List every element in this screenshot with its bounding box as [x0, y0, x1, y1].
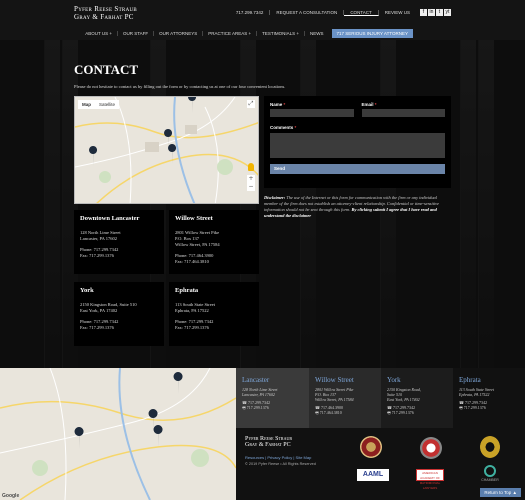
top-bar: Pyfer Reese Straub Gray & Farhat PC 717.…: [0, 0, 525, 26]
footer-office-line: Willow Street, PA 17584: [315, 397, 354, 402]
zoom-controls: + −: [247, 175, 255, 191]
office-card-york: York 2150 Kingston Road, Suite 510 East …: [74, 282, 164, 346]
social-links: f in t yt: [420, 9, 451, 16]
main-nav: About Us + Our Staff Our Attorneys Pract…: [0, 26, 525, 40]
contact-form: Name * Email * Comments * Send: [264, 96, 451, 188]
comments-label: Comments *: [270, 125, 297, 130]
utility-nav: 717.299.7342 Request a Consultation Cont…: [230, 9, 451, 16]
phone-link[interactable]: 717.299.7342: [230, 10, 271, 15]
office-name: Downtown Lancaster: [80, 215, 140, 222]
seal-badge-icon[interactable]: [360, 436, 382, 458]
logo-line-2: Gray & Farhat PC: [74, 13, 134, 21]
email-label: Email *: [361, 102, 377, 107]
contact-link[interactable]: Contact: [344, 9, 379, 16]
nav-our-staff[interactable]: Our Staff: [118, 30, 155, 36]
office-card-downtown-lancaster: Downtown Lancaster 128 North Lime Street…: [74, 210, 164, 274]
footer-map[interactable]: Google: [0, 368, 236, 500]
footer-logo[interactable]: Pyfer Reese Straub Gray & Farhat PC: [245, 436, 292, 448]
footer-office-line: East York, PA 17402: [387, 397, 420, 402]
office-name: Willow Street: [175, 215, 213, 222]
office-card-willow-street: Willow Street 2801 Willow Street Pike P.…: [169, 210, 259, 274]
map-type-tabs: Map Satellite: [78, 100, 120, 109]
footer-office-fax: 🖷 717.299.1376: [242, 405, 269, 410]
footer: Google Lancaster 128 North Lime Street L…: [0, 368, 525, 500]
site-logo[interactable]: Pyfer Reese Straub Gray & Farhat PC: [74, 5, 137, 21]
pegman-icon[interactable]: [248, 163, 254, 171]
review-us-link[interactable]: Review Us: [379, 10, 416, 15]
page-title: CONTACT: [74, 62, 139, 77]
logo-line-1: Pyfer Reese Straub: [74, 5, 138, 13]
footer-office-fax: 🖷 717.464.3810: [315, 410, 342, 415]
twitter-icon[interactable]: t: [436, 9, 443, 16]
nav-our-attorneys[interactable]: Our Attorneys: [154, 30, 204, 36]
super-lawyers-badge-icon[interactable]: [480, 436, 500, 458]
request-consultation-link[interactable]: Request a Consultation: [270, 10, 345, 15]
name-field[interactable]: [270, 109, 354, 117]
serious-injury-cta-button[interactable]: 717 Serious Injury Attorney: [331, 28, 413, 38]
return-to-top-button[interactable]: Return to Top ▲: [480, 488, 521, 497]
name-label: Name *: [270, 102, 286, 107]
map-tab-map[interactable]: Map: [78, 100, 95, 109]
matrimonial-lawyers-logo[interactable]: AMERICAN ACADEMY OF MATRIMONIAL LAWYERS: [416, 469, 444, 490]
map-tab-satellite[interactable]: Satellite: [95, 100, 119, 109]
footer-bottom: Pyfer Reese Straub Gray & Farhat PC Reso…: [236, 428, 525, 500]
linkedin-icon[interactable]: in: [428, 9, 435, 16]
copyright: © 2019 Pyfer Reese • All Rights Reserved: [245, 462, 316, 466]
comments-field[interactable]: [270, 133, 445, 158]
footer-office-ephrata: Ephrata 113 South State Street Ephrata, …: [453, 368, 525, 428]
zoom-out-button[interactable]: −: [247, 183, 255, 191]
trial-lawyers-badge-icon[interactable]: [420, 437, 442, 459]
office-fax: Fax: 717.299.1376: [80, 253, 114, 258]
fullscreen-icon[interactable]: ⤢: [247, 100, 255, 108]
footer-office-line: Lancaster, PA 17602: [242, 392, 275, 397]
facebook-icon[interactable]: f: [420, 9, 427, 16]
office-fax: Fax: 717.299.1376: [80, 325, 114, 330]
google-logo: Google: [2, 493, 20, 499]
footer-office-name: Willow Street: [315, 376, 354, 384]
footer-office-line: Ephrata, PA 17522: [459, 392, 490, 397]
youtube-icon[interactable]: yt: [444, 9, 451, 16]
office-card-ephrata: Ephrata 113 South State Street Ephrata, …: [169, 282, 259, 346]
footer-office-name: Lancaster: [242, 376, 270, 384]
form-disclaimer: Disclaimer: The use of the Internet or t…: [264, 195, 440, 218]
footer-office-fax: 🖷 717.299.1376: [387, 410, 414, 415]
email-field[interactable]: [361, 109, 445, 117]
footer-office-name: Ephrata: [459, 376, 481, 384]
office-name: Ephrata: [175, 287, 199, 294]
send-button[interactable]: Send: [270, 164, 445, 174]
chamber-logo[interactable]: CHAMBER: [476, 465, 504, 485]
nav-practice-areas[interactable]: Practice Areas +: [203, 30, 258, 36]
footer-office-lancaster: Lancaster 128 North Lime Street Lancaste…: [236, 368, 309, 428]
nav-about-us[interactable]: About Us +: [80, 30, 118, 36]
nav-news[interactable]: News: [305, 31, 329, 36]
aaml-logo[interactable]: AAML: [357, 469, 389, 481]
chamber-ring-icon: [484, 465, 496, 477]
office-fax: Fax: 717.464.3810: [175, 259, 209, 264]
nav-testimonials[interactable]: Testimonials +: [257, 30, 306, 36]
footer-office-fax: 🖷 717.299.1376: [459, 405, 486, 410]
footer-links[interactable]: Resources | Privacy Policy | Site Map: [245, 455, 311, 460]
office-name: York: [80, 287, 94, 294]
office-fax: Fax: 717.299.1376: [175, 325, 209, 330]
locations-map[interactable]: Map Satellite ⤢ + −: [74, 96, 259, 204]
footer-office-name: York: [387, 376, 401, 384]
zoom-in-button[interactable]: +: [247, 175, 255, 183]
footer-office-york: York 2150 Kingston Road, Suite 510 East …: [381, 368, 453, 428]
footer-office-willow-street: Willow Street 2801 Willow Street Pike P.…: [309, 368, 381, 428]
page-intro: Please do not hesitate to contact us by …: [74, 84, 286, 89]
